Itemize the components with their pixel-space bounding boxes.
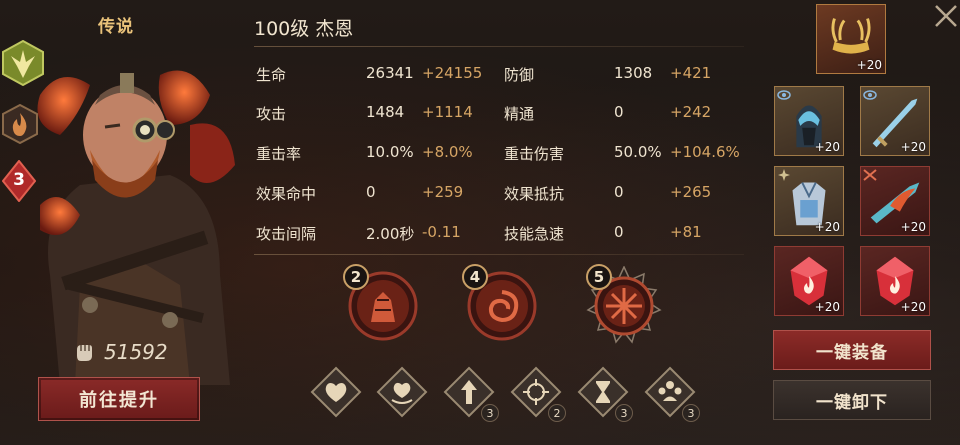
skill-slot[interactable]: 3 <box>443 366 499 422</box>
enhance-level: +20 <box>856 58 882 72</box>
enhance-level: +20 <box>900 220 926 234</box>
set-count: 5 <box>586 264 612 290</box>
stat-label: 防御 <box>504 66 535 84</box>
fist-icon <box>77 345 92 361</box>
combat-power: 51592 <box>72 340 168 364</box>
stat-row: 效果抵抗 0 +265 <box>504 183 744 203</box>
stat-label: 效果命中 <box>256 185 317 203</box>
divider-top <box>254 46 744 47</box>
skill-slot[interactable] <box>376 366 428 418</box>
stat-bonus: +104.6% <box>670 143 740 161</box>
skill-level: 3 <box>682 404 700 422</box>
stat-label: 效果抵抗 <box>504 185 565 203</box>
stat-row: 生命 26341 +24155 <box>256 64 496 84</box>
stat-value: 26341 <box>366 64 414 82</box>
stat-value: 50.0% <box>614 143 662 161</box>
unequip-all-button[interactable]: 一键卸下 <box>773 380 931 420</box>
star-rank-value: 3 <box>13 170 25 190</box>
enhance-level: +20 <box>814 300 840 314</box>
stat-bonus: +8.0% <box>422 143 473 161</box>
enhance-level: +20 <box>900 300 926 314</box>
equip-slot-offhand[interactable]: +20 <box>860 166 930 236</box>
skill-level: 3 <box>615 404 633 422</box>
go-upgrade-button[interactable]: 前往提升 <box>38 377 200 421</box>
element-fire-icon <box>2 104 38 144</box>
stat-bonus: +24155 <box>422 64 483 82</box>
set-count: 4 <box>462 264 488 290</box>
skill-slot[interactable] <box>310 366 362 418</box>
stat-bonus: +421 <box>670 64 712 82</box>
stat-value: 10.0% <box>366 143 414 161</box>
rarity-label: 传说 <box>98 17 134 37</box>
star-rank-badge: 3 <box>2 160 36 202</box>
equip-all-button[interactable]: 一键装备 <box>773 330 931 370</box>
hero-title: 100级 杰恩 <box>254 18 354 40</box>
stat-row: 重击伤害 50.0% +104.6% <box>504 143 744 163</box>
stat-bonus: +1114 <box>422 103 473 121</box>
enhance-level: +20 <box>814 140 840 154</box>
stat-value: 0 <box>366 183 376 201</box>
set-bonus-4[interactable]: 4 <box>462 264 538 342</box>
stat-label: 生命 <box>256 66 287 84</box>
stat-value: 0 <box>614 223 624 241</box>
stat-label: 重击率 <box>256 145 302 163</box>
stat-row: 攻击 1484 +1114 <box>256 103 496 123</box>
skill-level: 3 <box>481 404 499 422</box>
stat-bonus: -0.11 <box>422 223 461 241</box>
skill-slot[interactable]: 2 <box>510 366 566 422</box>
set-count: 2 <box>343 264 369 290</box>
heart-icon <box>310 366 362 418</box>
equip-slot-gem-2[interactable]: +20 <box>860 246 930 316</box>
stat-label: 攻击间隔 <box>256 225 317 243</box>
stat-label: 攻击 <box>256 105 287 123</box>
stat-value: 1308 <box>614 64 653 82</box>
stat-bonus: +265 <box>670 183 712 201</box>
stat-label: 精通 <box>504 105 535 123</box>
stat-row: 精通 0 +242 <box>504 103 744 123</box>
stat-row: 攻击间隔 2.00秒 -0.11 <box>256 223 496 243</box>
equip-slot-weapon[interactable]: +20 <box>860 86 930 156</box>
set-bonus-2[interactable]: 2 <box>343 264 419 342</box>
stat-value: 0 <box>614 183 624 201</box>
equip-slot-helmet[interactable]: +20 <box>816 4 886 74</box>
stat-bonus: +242 <box>670 103 712 121</box>
stat-value: 1484 <box>366 103 405 121</box>
stat-bonus: +81 <box>670 223 702 241</box>
equip-slot-gem-1[interactable]: +20 <box>774 246 844 316</box>
stat-row: 技能急速 0 +81 <box>504 223 744 243</box>
enhance-level: +20 <box>900 140 926 154</box>
stat-row: 效果命中 0 +259 <box>256 183 496 203</box>
skill-slot[interactable]: 3 <box>577 366 633 422</box>
stat-value: 0 <box>614 103 624 121</box>
skill-level: 2 <box>548 404 566 422</box>
equip-slot-chest[interactable]: +20 <box>774 166 844 236</box>
class-emblem-icon <box>2 40 44 86</box>
stat-label: 重击伤害 <box>504 145 565 163</box>
hero-portrait <box>37 70 235 385</box>
stat-value: 2.00秒 <box>366 225 415 243</box>
stat-row: 重击率 10.0% +8.0% <box>256 143 496 163</box>
stat-bonus: +259 <box>422 183 464 201</box>
combat-power-value: 51592 <box>104 340 168 364</box>
hero-panel: 传说 3 51592 前往提升 <box>0 0 240 445</box>
stat-row: 防御 1308 +421 <box>504 64 744 84</box>
stat-label: 技能急速 <box>504 225 565 243</box>
heart-shield-icon <box>376 366 428 418</box>
set-bonus-5[interactable]: 5 <box>584 264 664 346</box>
divider-bottom <box>254 254 744 255</box>
skill-slot[interactable]: 3 <box>644 366 700 422</box>
close-icon[interactable] <box>930 0 960 30</box>
equip-slot-armor[interactable]: +20 <box>774 86 844 156</box>
enhance-level: +20 <box>814 220 840 234</box>
